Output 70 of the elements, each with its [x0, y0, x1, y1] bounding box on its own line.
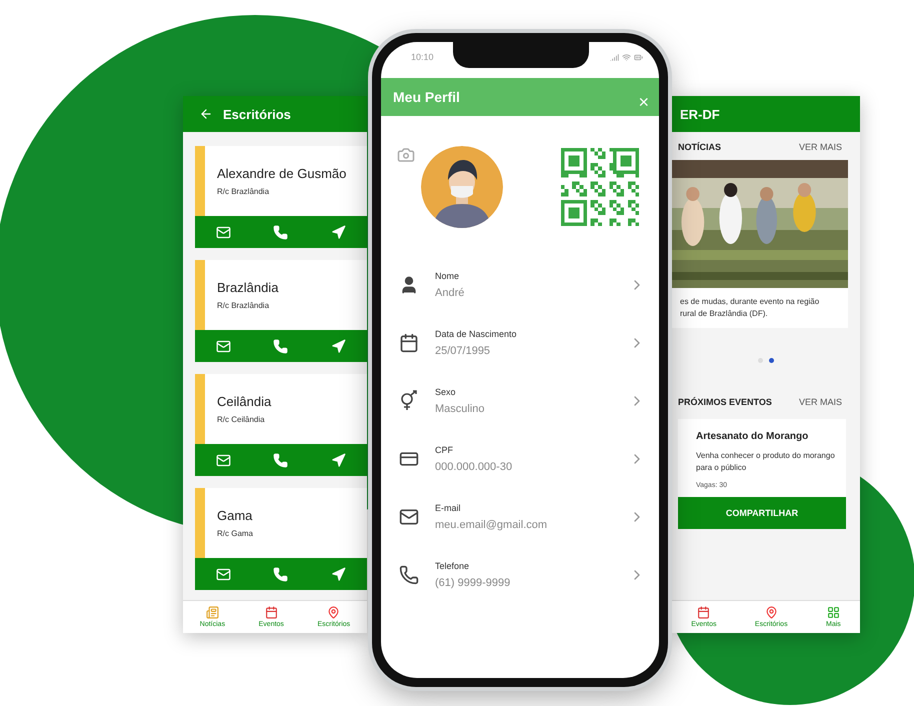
calendar-icon — [399, 333, 419, 353]
mail-icon[interactable] — [216, 338, 232, 354]
wifi-icon — [622, 52, 631, 62]
gender-icon — [399, 390, 419, 412]
profile-field[interactable]: E-mail meu.email@gmail.com — [381, 488, 659, 546]
field-value: 000.000.000-30 — [435, 461, 514, 473]
office-card[interactable]: Brazlândia R/c Brazlândia — [195, 260, 367, 330]
mail-icon[interactable] — [216, 452, 232, 468]
office-subtitle: R/c Brazlândia — [217, 301, 270, 310]
phone-icon[interactable] — [273, 338, 288, 354]
signal-icon — [610, 52, 619, 62]
office-card[interactable]: Ceilândia R/c Ceilândia — [195, 374, 367, 444]
section-heading: PRÓXIMOS EVENTOS — [678, 397, 772, 407]
map-pin-icon — [764, 606, 778, 619]
field-value: (61) 9999-9999 — [435, 577, 512, 589]
navigation-icon[interactable] — [330, 224, 346, 240]
screen-title: ER-DF — [680, 106, 720, 122]
share-button[interactable]: COMPARTILHAR — [678, 497, 846, 529]
screen-title: Meu Perfil — [393, 89, 460, 105]
event-description: Venha conhecer o produto do morango para o público — [695, 450, 836, 474]
office-subtitle: R/c Brazlândia — [217, 187, 270, 196]
field-value: Masculino — [435, 403, 486, 415]
field-value: meu.email@gmail.com — [435, 519, 548, 531]
phone-icon[interactable] — [273, 566, 288, 582]
field-value: André — [435, 287, 466, 299]
calendar-icon — [697, 606, 710, 619]
profile-field[interactable]: Nome André — [381, 256, 659, 314]
phone-icon[interactable] — [273, 224, 288, 240]
profile-field[interactable]: Telefone (61) 9999-9999 — [381, 546, 659, 604]
back-icon[interactable] — [199, 107, 213, 121]
status-time: 10:10 — [411, 52, 434, 62]
office-name: Alexandre de Gusmão — [217, 166, 348, 181]
phone-icon — [399, 565, 419, 585]
office-card[interactable]: Gama R/c Gama — [195, 488, 367, 558]
news-caption: es de mudas, durante evento na região rural de Brazlândia (DF). — [672, 288, 848, 328]
office-subtitle: R/c Ceilândia — [217, 415, 266, 424]
see-more-link[interactable]: VER MAIS — [798, 142, 842, 152]
mail-icon[interactable] — [216, 224, 232, 240]
battery-icon — [634, 52, 643, 62]
profile-field[interactable]: CPF 000.000.000-30 — [381, 430, 659, 488]
screen-title: Escritórios — [223, 106, 291, 122]
field-label: Nome — [435, 271, 460, 281]
field-label: CPF — [435, 445, 454, 455]
navigation-icon[interactable] — [330, 338, 346, 354]
office-name: Gama — [217, 508, 254, 523]
see-more-link[interactable]: VER MAIS — [798, 397, 842, 407]
newspaper-icon — [206, 606, 219, 619]
camera-icon[interactable] — [397, 146, 415, 164]
navigation-icon[interactable] — [330, 566, 346, 582]
carousel-dot[interactable] — [769, 358, 774, 363]
office-subtitle: R/c Gama — [217, 529, 254, 538]
event-title: Artesanato do Morango — [695, 431, 810, 442]
navigation-icon[interactable] — [330, 452, 346, 468]
field-label: E-mail — [435, 503, 462, 513]
field-label: Telefone — [435, 561, 470, 571]
section-heading: NOTÍCIAS — [678, 142, 722, 152]
profile-field[interactable]: Sexo Masculino — [381, 372, 659, 430]
phone-icon[interactable] — [273, 452, 288, 468]
field-label: Data de Nascimento — [435, 329, 518, 339]
grid-icon — [826, 606, 840, 619]
field-label: Sexo — [435, 387, 457, 397]
office-card[interactable]: Alexandre de Gusmão R/c Brazlândia — [195, 146, 367, 216]
field-value: 25/07/1995 — [435, 345, 492, 357]
mail-icon[interactable] — [216, 566, 232, 582]
profile-field[interactable]: Data de Nascimento 25/07/1995 — [381, 314, 659, 372]
calendar-icon — [264, 606, 278, 619]
map-pin-icon — [327, 606, 340, 619]
office-name: Brazlândia — [217, 280, 280, 295]
office-name: Ceilândia — [217, 394, 272, 409]
mail-icon — [399, 507, 419, 527]
